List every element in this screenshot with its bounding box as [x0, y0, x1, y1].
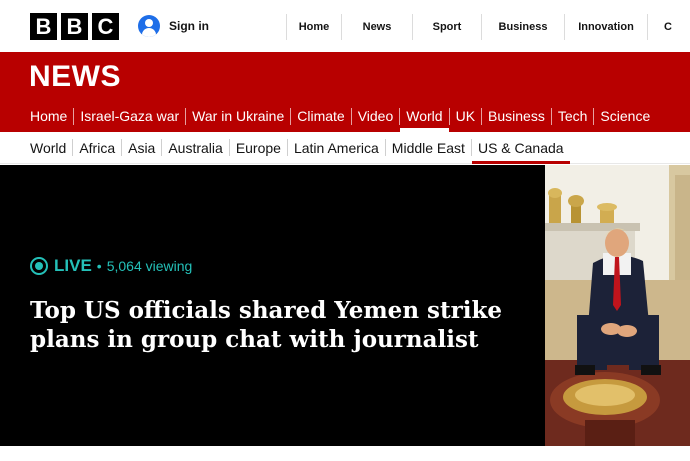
- page-bottom: [0, 446, 690, 461]
- subnav-europe[interactable]: Europe: [230, 132, 287, 164]
- live-indicator-icon: [30, 257, 48, 275]
- global-nav-sport[interactable]: Sport: [413, 14, 482, 40]
- live-label: LIVE: [54, 256, 92, 275]
- viewer-count: 5,064 viewing: [106, 258, 193, 274]
- bbc-logo[interactable]: B B C: [30, 13, 119, 40]
- user-account-icon: [138, 15, 160, 37]
- subnav-asia[interactable]: Asia: [122, 132, 161, 164]
- live-separator: •: [96, 258, 102, 274]
- subnav-australia[interactable]: Australia: [162, 132, 228, 164]
- live-status: LIVE • 5,064 viewing: [30, 256, 192, 276]
- nav-science[interactable]: Science: [594, 101, 656, 132]
- logo-letter: C: [92, 13, 119, 40]
- hero-headline[interactable]: Top US officials shared Yemen strike pla…: [30, 296, 530, 354]
- subnav-middle-east[interactable]: Middle East: [386, 132, 471, 164]
- logo-letter: B: [30, 13, 57, 40]
- news-title[interactable]: NEWS: [29, 60, 121, 94]
- nav-world[interactable]: World: [400, 101, 449, 132]
- global-nav-news[interactable]: News: [342, 14, 413, 40]
- hero-photo[interactable]: [545, 165, 690, 446]
- nav-climate[interactable]: Climate: [291, 101, 350, 132]
- hero-story[interactable]: LIVE • 5,064 viewing Top US officials sh…: [0, 165, 545, 446]
- secondary-nav: World Africa Asia Australia Europe Latin…: [0, 132, 690, 164]
- global-nav-culture[interactable]: C: [648, 14, 690, 40]
- nav-tech[interactable]: Tech: [552, 101, 594, 132]
- news-header: NEWS: [0, 52, 690, 101]
- subnav-latin-america[interactable]: Latin America: [288, 132, 385, 164]
- signin-label: Sign in: [169, 19, 209, 33]
- global-nav-home[interactable]: Home: [287, 14, 342, 40]
- signin-button[interactable]: Sign in: [138, 15, 209, 37]
- global-nav: Home News Sport Business Innovation C: [286, 14, 690, 40]
- subnav-us-canada[interactable]: US & Canada: [471, 132, 570, 164]
- logo-letter: B: [61, 13, 88, 40]
- subnav-world[interactable]: World: [24, 132, 72, 164]
- primary-nav: Home Israel-Gaza war War in Ukraine Clim…: [0, 101, 690, 132]
- nav-home[interactable]: Home: [24, 101, 73, 132]
- subnav-africa[interactable]: Africa: [73, 132, 121, 164]
- nav-business[interactable]: Business: [482, 101, 551, 132]
- nav-war-in-ukraine[interactable]: War in Ukraine: [186, 101, 290, 132]
- nav-video[interactable]: Video: [352, 101, 400, 132]
- nav-uk[interactable]: UK: [450, 101, 481, 132]
- global-nav-business[interactable]: Business: [482, 14, 565, 40]
- global-header: B B C Sign in Home News Sport Business I…: [0, 0, 690, 52]
- global-nav-innovation[interactable]: Innovation: [565, 14, 648, 40]
- nav-israel-gaza-war[interactable]: Israel-Gaza war: [74, 101, 185, 132]
